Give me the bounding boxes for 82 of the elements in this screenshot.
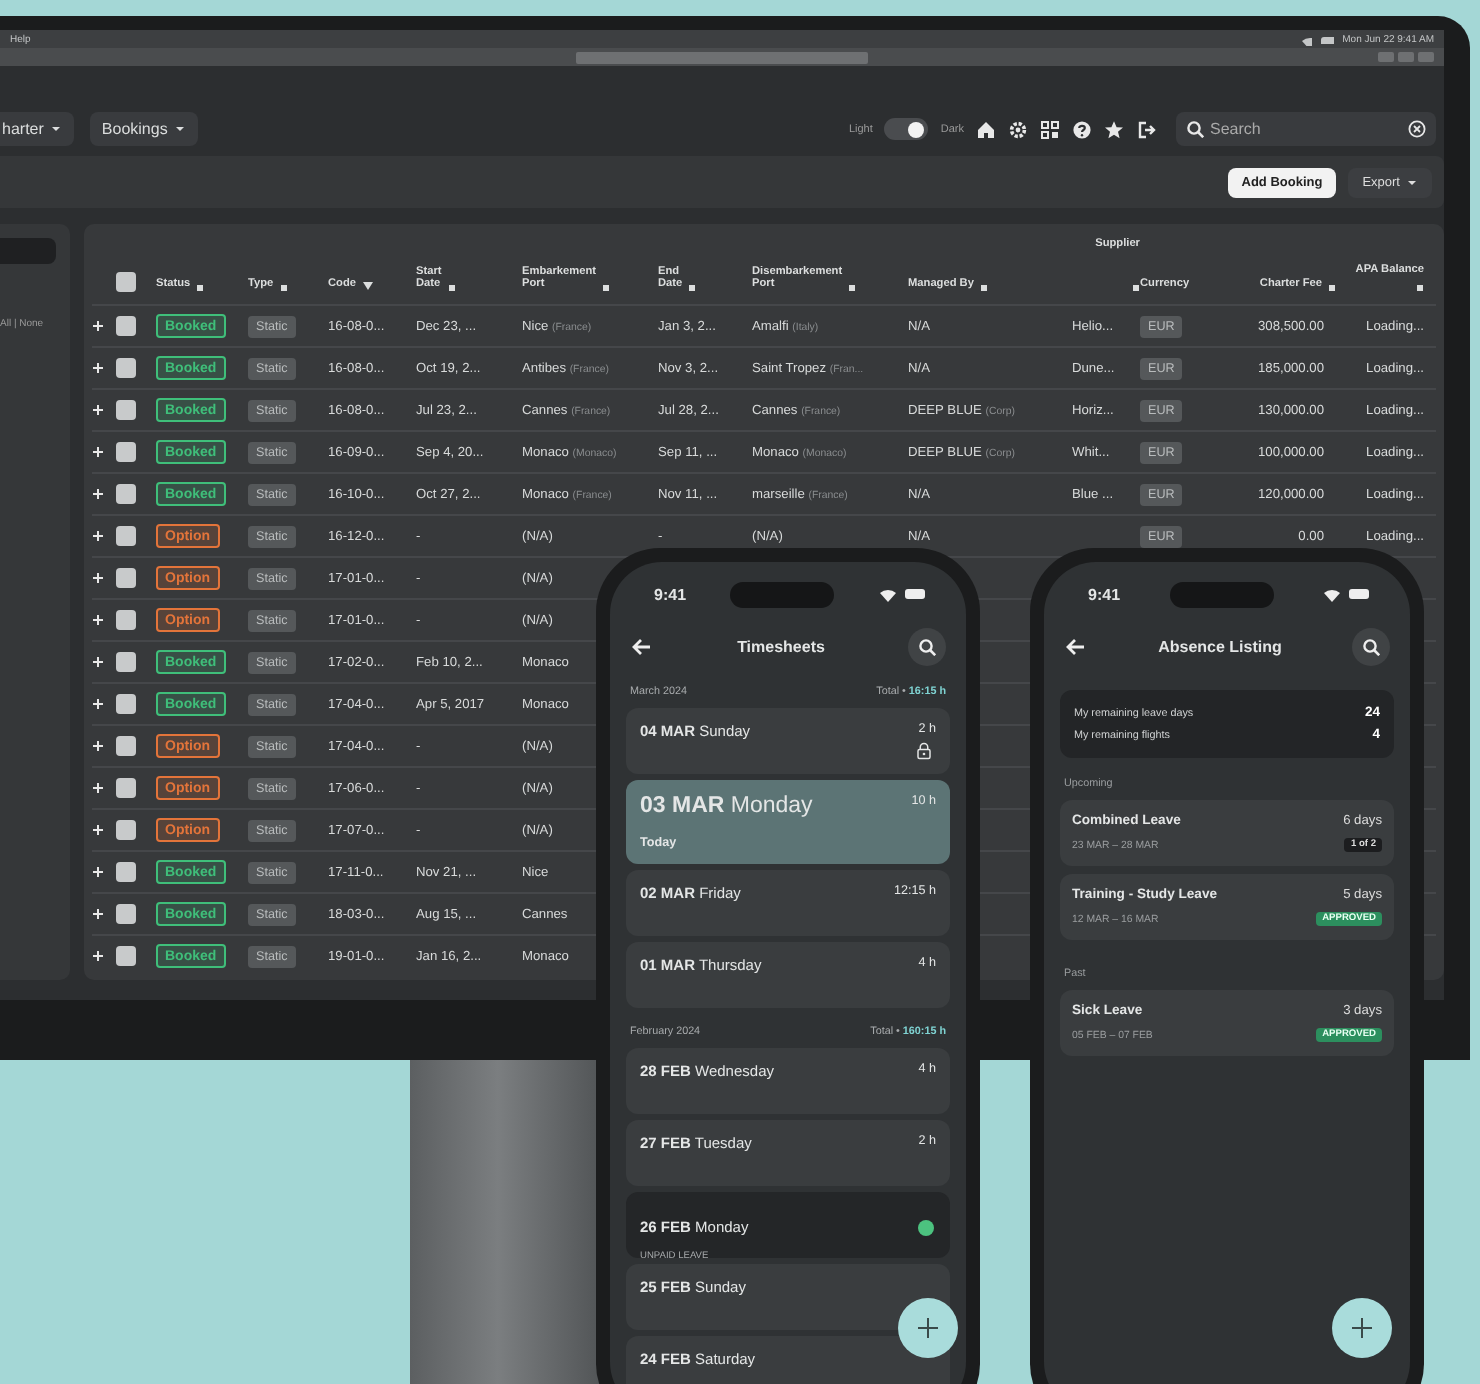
expand-icon[interactable] xyxy=(92,740,104,752)
sort-icon xyxy=(447,284,456,292)
sort-icon xyxy=(602,284,610,292)
expand-icon[interactable] xyxy=(92,782,104,794)
screen-title: Timesheets xyxy=(737,637,825,655)
star-icon[interactable] xyxy=(1104,119,1124,139)
row-checkbox[interactable] xyxy=(116,946,136,966)
back-icon[interactable] xyxy=(630,635,654,657)
row-checkbox[interactable] xyxy=(116,442,136,462)
nav-menu-button[interactable]: Bookings xyxy=(89,112,198,146)
expand-icon[interactable] xyxy=(92,698,104,710)
caret-icon xyxy=(173,124,186,134)
expand-icon[interactable] xyxy=(92,572,104,584)
expand-icon[interactable] xyxy=(92,530,104,542)
expand-icon[interactable] xyxy=(92,362,104,374)
filter-field[interactable] xyxy=(0,238,56,264)
sort-icon xyxy=(1328,284,1336,292)
sort-icon xyxy=(1416,284,1424,292)
sort-icon xyxy=(1132,284,1140,292)
battery-icon xyxy=(903,586,926,602)
row-checkbox[interactable] xyxy=(116,400,136,420)
wifi-icon xyxy=(877,585,898,603)
back-icon[interactable] xyxy=(1064,635,1088,657)
home-icon[interactable] xyxy=(976,119,996,139)
expand-icon[interactable] xyxy=(92,824,104,836)
settings-icon[interactable] xyxy=(1008,119,1028,139)
row-checkbox[interactable] xyxy=(116,652,136,672)
row-checkbox[interactable] xyxy=(116,484,136,504)
row-checkbox[interactable] xyxy=(116,736,136,756)
sort-icon xyxy=(848,284,857,292)
expand-icon[interactable] xyxy=(92,404,104,416)
wifi-icon xyxy=(1300,33,1313,45)
row-checkbox[interactable] xyxy=(116,610,136,630)
row-checkbox[interactable] xyxy=(116,862,136,882)
expand-icon[interactable] xyxy=(92,908,104,920)
status-time: 9:41 xyxy=(1088,585,1121,603)
search-icon xyxy=(1361,637,1380,655)
select-all-checkbox[interactable] xyxy=(116,272,136,292)
search-button[interactable] xyxy=(908,627,946,665)
nav-menu-button[interactable]: harter xyxy=(0,112,74,146)
status-time: 9:41 xyxy=(654,585,687,603)
expand-icon[interactable] xyxy=(92,614,104,626)
row-checkbox[interactable] xyxy=(116,358,136,378)
plus-icon xyxy=(1350,1316,1374,1340)
row-checkbox[interactable] xyxy=(116,526,136,546)
theme-toggle[interactable] xyxy=(884,118,929,140)
expand-icon[interactable] xyxy=(92,656,104,668)
add-button[interactable] xyxy=(1332,1298,1392,1358)
search-icon xyxy=(1186,120,1204,138)
sort-down-icon xyxy=(361,280,374,292)
battery-icon xyxy=(1347,586,1370,602)
camera-notch xyxy=(1169,581,1273,607)
expand-icon[interactable] xyxy=(92,320,104,332)
expand-icon[interactable] xyxy=(92,866,104,878)
logout-icon[interactable] xyxy=(1136,119,1156,139)
row-checkbox[interactable] xyxy=(116,568,136,588)
day-label: 03 MAR Monday xyxy=(640,794,813,818)
plus-icon xyxy=(916,1316,940,1340)
row-checkbox[interactable] xyxy=(116,694,136,714)
clear-icon[interactable] xyxy=(1408,120,1426,138)
expand-icon[interactable] xyxy=(92,950,104,962)
row-checkbox[interactable] xyxy=(116,904,136,924)
sort-icon xyxy=(979,284,988,292)
wifi-icon xyxy=(1321,585,1342,603)
expand-icon[interactable] xyxy=(92,446,104,458)
row-checkbox[interactable] xyxy=(116,820,136,840)
battery-icon xyxy=(1320,34,1335,44)
help-icon[interactable] xyxy=(1072,119,1092,139)
caret-icon xyxy=(49,124,62,134)
grid-icon[interactable] xyxy=(1040,119,1060,139)
camera-notch xyxy=(730,581,834,607)
row-checkbox[interactable] xyxy=(116,778,136,798)
row-checkbox[interactable] xyxy=(116,316,136,336)
caret-icon xyxy=(1406,177,1418,187)
search-icon xyxy=(918,637,936,655)
search-button[interactable] xyxy=(1351,627,1390,665)
sort-icon xyxy=(279,284,288,292)
screen-title: Absence Listing xyxy=(1158,637,1282,655)
expand-icon[interactable] xyxy=(92,488,104,500)
sort-icon xyxy=(688,284,697,292)
search-field[interactable]: Search xyxy=(1176,112,1436,146)
sort-icon xyxy=(196,284,205,292)
